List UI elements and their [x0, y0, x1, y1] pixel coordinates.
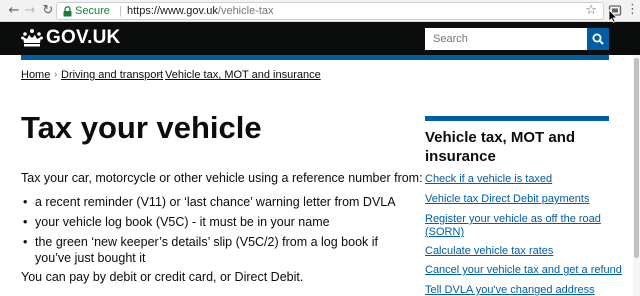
reference-source-list: a recent reminder (V11) or ‘last chance’…: [21, 194, 406, 270]
list-item: a recent reminder (V11) or ‘last chance’…: [21, 194, 406, 210]
sidebar-link-direct-debit[interactable]: Vehicle tax Direct Debit payments: [425, 192, 589, 206]
url-host: https://www.gov.uk: [127, 5, 218, 17]
back-arrow-icon[interactable]: ←: [6, 3, 22, 19]
secure-label: Secure: [75, 5, 110, 17]
forward-arrow-icon[interactable]: →: [22, 3, 38, 19]
scrollbar-thumb[interactable]: [634, 58, 639, 258]
breadcrumb-vehicle-tax-mot-insurance[interactable]: Vehicle tax, MOT and insurance: [165, 68, 321, 82]
sidebar-link-change-address[interactable]: Tell DVLA you've changed address: [425, 283, 595, 296]
page-title: Tax your vehicle: [21, 110, 262, 145]
sidebar-blue-stripe: [425, 116, 609, 121]
reload-icon[interactable]: ↻: [40, 3, 56, 19]
sidebar-title: Vehicle tax, MOT and insurance: [425, 129, 576, 165]
list-item: your vehicle log book (V5C) - it must be…: [21, 214, 406, 230]
address-bar[interactable]: Secure | https://www.gov.uk/vehicle-tax …: [56, 2, 604, 20]
crown-logo-icon[interactable]: [21, 28, 43, 48]
url-separator: |: [119, 5, 122, 17]
sidebar-link-sorn[interactable]: (SORN): [425, 225, 464, 239]
sidebar-link-check-vehicle-taxed[interactable]: Check if a vehicle is taxed: [425, 172, 552, 186]
header-blue-stripe: [21, 55, 609, 60]
breadcrumb-home[interactable]: Home: [21, 68, 50, 82]
govuk-header: GOV.UK: [0, 22, 640, 55]
payment-methods-text: You can pay by debit or credit card, or …: [21, 270, 304, 284]
sidebar-link-register-off-road[interactable]: Register your vehicle as off the road: [425, 212, 601, 226]
breadcrumb-separator-icon: ›: [157, 69, 161, 80]
list-item: the green ‘new keeper’s details’ slip (V…: [21, 234, 406, 266]
search-input[interactable]: [425, 28, 587, 50]
url-path: /vehicle-tax: [217, 5, 274, 17]
browser-toolbar: ← → ↻ Secure | https://www.gov.uk/vehicl…: [0, 0, 640, 22]
govuk-logo-text[interactable]: GOV.UK: [46, 27, 120, 49]
intro-text: Tax your car, motorcycle or other vehicl…: [21, 171, 423, 185]
sidebar-link-calculate-rates[interactable]: Calculate vehicle tax rates: [425, 244, 553, 258]
lock-icon: [63, 6, 72, 17]
breadcrumb-driving-and-transport[interactable]: Driving and transport: [61, 68, 163, 82]
search-icon: [592, 33, 604, 45]
url-text: https://www.gov.uk/vehicle-tax: [127, 5, 274, 18]
search-button[interactable]: [587, 28, 609, 50]
browser-menu-icon[interactable]: ⋮: [626, 2, 639, 18]
mouse-cursor-icon: [608, 9, 618, 23]
sidebar-link-cancel-refund[interactable]: Cancel your vehicle tax and get a refund: [425, 263, 622, 277]
breadcrumb-separator-icon: ›: [54, 69, 58, 80]
bookmark-star-icon[interactable]: ☆: [585, 4, 597, 18]
